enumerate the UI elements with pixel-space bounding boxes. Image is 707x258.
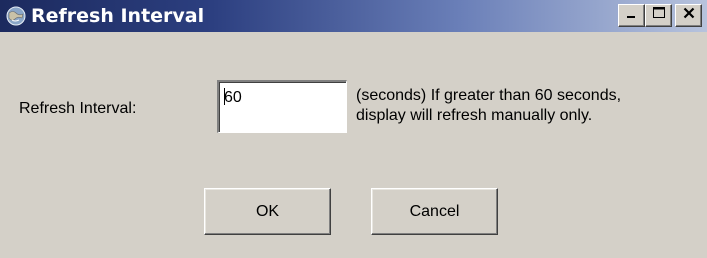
hint-line-1: (seconds) If greater than 60 seconds, [356, 87, 622, 104]
app-globe-icon [4, 5, 28, 27]
close-icon [682, 6, 696, 25]
maximize-icon [652, 6, 666, 25]
cancel-button-label: Cancel [409, 202, 460, 220]
refresh-interval-input[interactable]: 60 [217, 80, 347, 133]
hint-line-2: display will refresh manually only. [356, 107, 593, 124]
ok-button[interactable]: OK [204, 188, 331, 235]
minimize-button[interactable] [618, 4, 645, 27]
minimize-icon [625, 6, 639, 25]
window-title: Refresh Interval [31, 5, 205, 27]
ok-button-label: OK [255, 202, 280, 220]
title-bar[interactable]: Refresh Interval [0, 0, 707, 32]
refresh-interval-dialog: Refresh Interval Refresh Interval: 60 (s… [0, 0, 707, 258]
refresh-interval-label: Refresh Interval: [19, 100, 137, 117]
refresh-interval-hint: (seconds) If greater than 60 seconds, di… [356, 86, 621, 126]
refresh-interval-value: 60 [224, 89, 242, 106]
maximize-button[interactable] [645, 4, 672, 27]
cancel-button[interactable]: Cancel [371, 188, 498, 235]
close-button[interactable] [675, 4, 702, 27]
